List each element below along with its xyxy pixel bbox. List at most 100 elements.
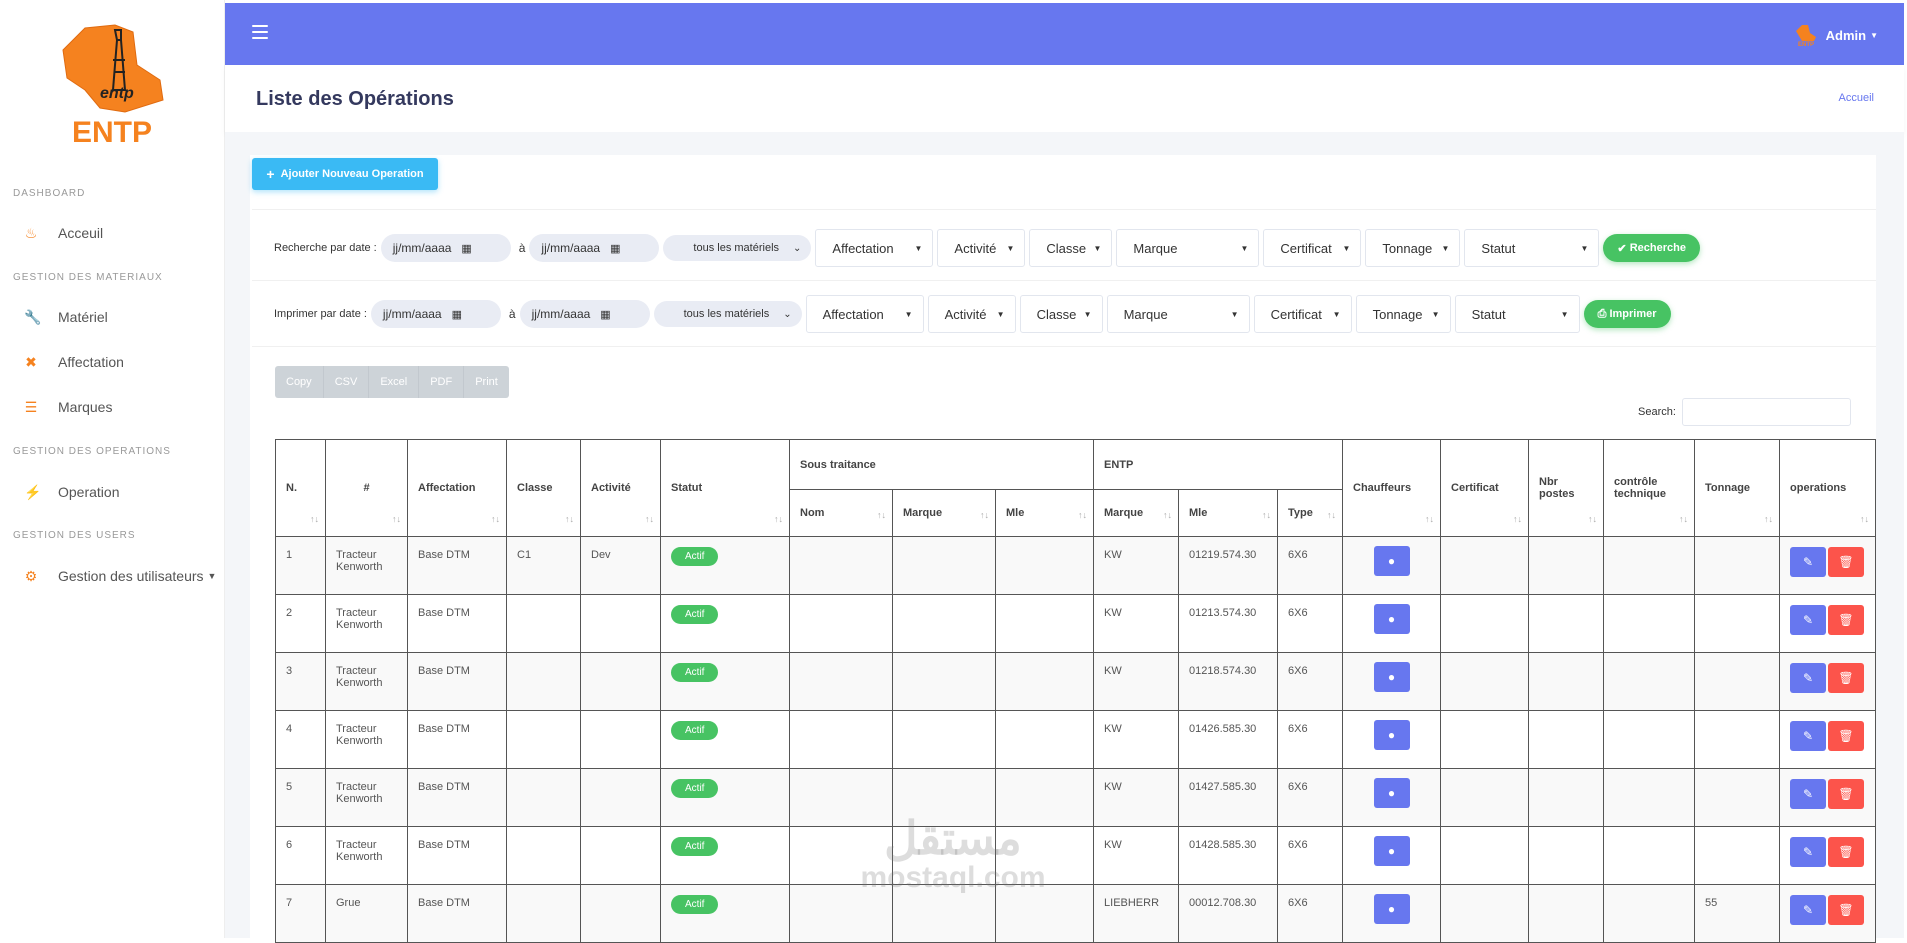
sort-icon: ↑↓ [1078, 510, 1088, 520]
imprimer-button[interactable]: ⎙ Imprimer [1583, 300, 1671, 328]
avatar: ENTP [1795, 25, 1816, 47]
col-chauffeurs[interactable]: Chauffeurs ↑↓ [1342, 439, 1442, 537]
sort-icon: ↑↓ [645, 514, 654, 524]
print-marque-dropdown[interactable]: Marque ▼ [1106, 295, 1250, 333]
col-st-marque[interactable]: Marque ↑↓ [892, 489, 996, 537]
table-row: 6 Tracteur Kenworth Base DTM Actif KW 01428.5… [275, 826, 1877, 885]
view-chauffeurs-button[interactable]: ● [1373, 604, 1410, 634]
sidebar-item-operation[interactable]: ⚡ Operation [24, 482, 119, 502]
delete-button[interactable]: 🗑 [1828, 721, 1865, 751]
dropdown-label: Affectation [832, 240, 894, 256]
csv-button[interactable]: CSV [324, 366, 370, 398]
search-filter-row: Recherche par date : jj/mm/aaaa ▦ à jj/mm… [274, 229, 1700, 267]
sidebar-item-acceuil[interactable]: ♨ Acceuil [24, 223, 103, 243]
col-affectation[interactable]: Affectation ↑↓ [407, 439, 507, 537]
cell-chauffeurs: ● [1342, 652, 1442, 711]
delete-button[interactable]: 🗑 [1828, 837, 1865, 867]
dropdown-label: Affectation [822, 306, 884, 322]
delete-button[interactable]: 🗑 [1828, 605, 1865, 635]
header-label: N. [286, 482, 297, 494]
col-tonnage[interactable]: Tonnage ↑↓ [1694, 439, 1781, 537]
trash-icon: 🗑 [1838, 555, 1854, 569]
cell-st-mle [994, 652, 1095, 711]
table-row: 4 Tracteur Kenworth Base DTM Actif KW 01426.5… [275, 710, 1877, 769]
user-menu[interactable]: ENTP Admin ▼ [1794, 23, 1878, 47]
col-st-mle[interactable]: Mle ↑↓ [994, 489, 1095, 537]
edit-button[interactable]: ✎ [1790, 663, 1827, 693]
search-marque-dropdown[interactable]: Marque ▼ [1116, 229, 1260, 267]
recherche-button[interactable]: ✔ Recherche [1603, 234, 1700, 262]
date-separator: à [508, 307, 516, 321]
print-activite-dropdown[interactable]: Activité ▼ [927, 295, 1016, 333]
copy-button[interactable]: Copy [275, 366, 324, 398]
breadcrumb[interactable]: Accueil [1839, 92, 1874, 104]
col-e-mle[interactable]: Mle ↑↓ [1178, 489, 1279, 537]
cell-n: 3 [275, 652, 326, 711]
status-badge: Actif [671, 779, 719, 798]
cell-chauffeurs: ● [1342, 768, 1442, 827]
search-affectation-dropdown[interactable]: Affectation ▼ [815, 229, 934, 267]
edit-button[interactable]: ✎ [1790, 779, 1827, 809]
col-controle[interactable]: contrôle technique ↑↓ [1603, 439, 1696, 537]
print-statut-dropdown[interactable]: Statut ▼ [1454, 295, 1580, 333]
col-hash[interactable]: # ↑↓ [325, 439, 408, 537]
col-n[interactable]: N. ↑↓ [275, 439, 326, 537]
sidebar-item-affectation[interactable]: ✖ Affectation [24, 352, 124, 372]
print-affectation-dropdown[interactable]: Affectation ▼ [805, 295, 924, 333]
view-chauffeurs-button[interactable]: ● [1373, 894, 1410, 924]
search-activite-dropdown[interactable]: Activité ▼ [937, 229, 1026, 267]
view-chauffeurs-button[interactable]: ● [1373, 720, 1410, 750]
delete-button[interactable]: 🗑 [1828, 895, 1865, 925]
edit-button[interactable]: ✎ [1790, 605, 1827, 635]
cell-nbr-postes [1528, 536, 1605, 595]
view-chauffeurs-button[interactable]: ● [1373, 836, 1410, 866]
delete-button[interactable]: 🗑 [1828, 663, 1865, 693]
cell-marque: KW [1093, 594, 1180, 653]
header-label: Sous traitance [800, 458, 876, 471]
search-date-to[interactable]: jj/mm/aaaa ▦ [529, 234, 660, 262]
search-classe-dropdown[interactable]: Classe ▼ [1029, 229, 1113, 267]
col-e-type[interactable]: Type ↑↓ [1277, 489, 1344, 537]
sidebar-item-materiel[interactable]: 🔧 Matériel [24, 307, 108, 327]
col-operations[interactable]: operations ↑↓ [1779, 439, 1877, 537]
entp-logo[interactable]: entp ENTP [55, 20, 170, 149]
search-certificat-dropdown[interactable]: Certificat ▼ [1263, 229, 1362, 267]
col-activite[interactable]: Activité ↑↓ [580, 439, 661, 537]
print-certificat-dropdown[interactable]: Certificat ▼ [1253, 295, 1352, 333]
print-button[interactable]: Print [464, 366, 509, 398]
excel-button[interactable]: Excel [369, 366, 420, 398]
view-chauffeurs-button[interactable]: ● [1373, 662, 1410, 692]
edit-button[interactable]: ✎ [1790, 547, 1827, 577]
col-e-marque[interactable]: Marque ↑↓ [1093, 489, 1180, 537]
col-st-nom[interactable]: Nom ↑↓ [789, 489, 893, 537]
edit-button[interactable]: ✎ [1790, 895, 1827, 925]
col-statut[interactable]: Statut ↑↓ [660, 439, 790, 537]
col-certificat[interactable]: Certificat ↑↓ [1440, 439, 1530, 537]
search-statut-dropdown[interactable]: Statut ▼ [1464, 229, 1600, 267]
search-date-from[interactable]: jj/mm/aaaa ▦ [380, 234, 511, 262]
print-materiel-select[interactable]: tous les matériels ⌄ [653, 301, 802, 327]
print-date-to[interactable]: jj/mm/aaaa ▦ [519, 300, 650, 328]
search-input[interactable] [1681, 398, 1851, 426]
print-date-from[interactable]: jj/mm/aaaa ▦ [370, 300, 501, 328]
delete-button[interactable]: 🗑 [1828, 547, 1865, 577]
pdf-button[interactable]: PDF [419, 366, 465, 398]
edit-button[interactable]: ✎ [1790, 721, 1827, 751]
divider [252, 209, 1876, 210]
col-nbr-postes[interactable]: Nbr postes ↑↓ [1528, 439, 1605, 537]
print-classe-dropdown[interactable]: Classe ▼ [1019, 295, 1103, 333]
sidebar-item-marques[interactable]: ☰ Marques [24, 397, 113, 417]
cell-n: 2 [275, 594, 326, 653]
print-tonnage-dropdown[interactable]: Tonnage ▼ [1355, 295, 1451, 333]
add-operation-button[interactable]: + Ajouter Nouveau Operation [252, 158, 438, 190]
search-materiel-select[interactable]: tous les matériels ⌄ [663, 235, 812, 261]
delete-button[interactable]: 🗑 [1828, 779, 1865, 809]
edit-button[interactable]: ✎ [1790, 837, 1827, 867]
search-tonnage-dropdown[interactable]: Tonnage ▼ [1365, 229, 1461, 267]
view-chauffeurs-button[interactable]: ● [1373, 778, 1410, 808]
sidebar-item-utilisateurs[interactable]: ⚙ Gestion des utilisateurs ▼ [24, 566, 217, 586]
menu-toggle-icon[interactable] [252, 25, 268, 39]
col-classe[interactable]: Classe ↑↓ [506, 439, 581, 537]
view-chauffeurs-button[interactable]: ● [1373, 546, 1410, 576]
cell-certificat [1440, 652, 1530, 711]
